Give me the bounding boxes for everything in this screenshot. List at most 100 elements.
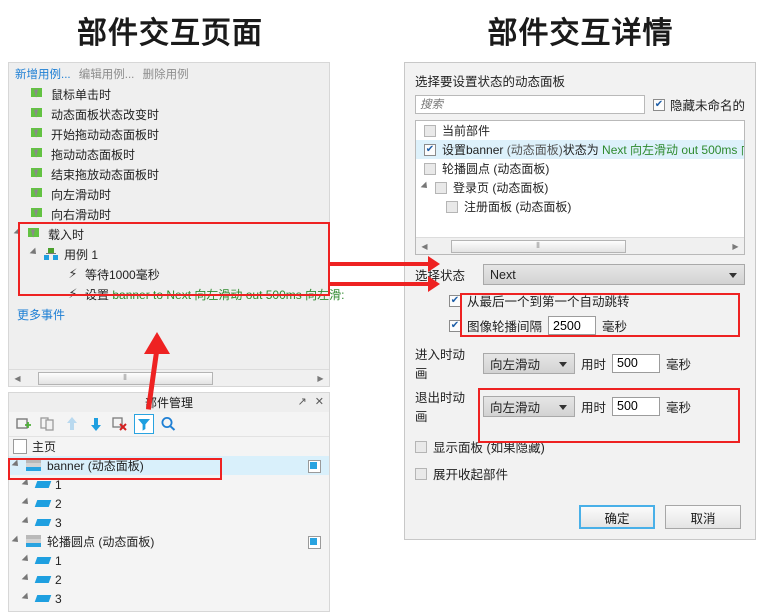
tree-row-banner-state-3[interactable]: 3 [9, 513, 329, 532]
event-item-on-load[interactable]: 载入时 [9, 224, 329, 244]
panel-tree-row-current-widget[interactable]: 当前部件 [416, 121, 744, 140]
expander-icon[interactable] [21, 554, 35, 567]
popout-icon[interactable]: ↗ [298, 396, 307, 408]
scroll-left-icon[interactable]: ◀ [9, 374, 26, 383]
event-item-swipe-right[interactable]: 向右滑动时 [9, 204, 329, 224]
expander-icon[interactable] [29, 247, 43, 261]
bolt-icon: ⚡ [68, 286, 78, 301]
row-checkbox[interactable] [446, 200, 458, 213]
event-item-drag-end[interactable]: 结束拖放动态面板时 [9, 164, 329, 184]
move-up-icon[interactable] [63, 415, 81, 433]
close-icon[interactable]: ✕ [315, 396, 324, 408]
panel-tree-row-label: 当前部件 [442, 124, 491, 138]
scroll-left-icon[interactable]: ◀ [416, 242, 433, 251]
row-checkbox[interactable] [424, 162, 436, 175]
action-item-set-panel-state[interactable]: ⚡ 设置 banner to Next 向左滑动 out 500ms 向左滑: [9, 284, 344, 304]
scroll-thumb[interactable]: ⦀ [451, 239, 626, 253]
event-icon [31, 87, 45, 101]
scroll-trough[interactable]: ⦀ [26, 371, 312, 386]
filter-icon[interactable] [134, 414, 154, 434]
event-icon [31, 127, 45, 141]
dialog-section-title: 选择要设置状态的动态面板 [415, 75, 566, 89]
expander-icon[interactable] [21, 478, 35, 491]
autoloop-row[interactable]: ✔ 从最后一个到第一个自动跳转 [405, 291, 755, 310]
expander-icon[interactable] [21, 592, 35, 605]
expander-icon[interactable] [21, 516, 35, 529]
row-checkbox[interactable] [435, 181, 447, 194]
case-item-1[interactable]: 用例 1 [9, 244, 329, 264]
add-case-button[interactable]: 新增用例... [15, 69, 71, 81]
expand-collapse-checkbox[interactable] [415, 467, 427, 480]
panel-tree-row-label: 设置banner (动态面板)状态为 Next 向左滑动 out 500ms 向 [442, 141, 744, 158]
event-item-swipe-left[interactable]: 向左滑动时 [9, 184, 329, 204]
scroll-right-icon[interactable]: ▶ [312, 374, 329, 383]
visibility-chip[interactable] [308, 536, 321, 549]
tree-row-home[interactable]: 主页 [9, 437, 329, 456]
panel-tree-row-register-panel[interactable]: 注册面板 (动态面板) [416, 197, 744, 216]
panel-state-icon [34, 481, 52, 488]
event-item-drag-start[interactable]: 开始拖动动态面板时 [9, 124, 329, 144]
tree-row-banner-state-1[interactable]: 1 [9, 475, 329, 494]
exit-time-input[interactable] [612, 396, 661, 416]
copy-icon[interactable] [39, 415, 57, 433]
tree-row-dots-state-3[interactable]: 3 [9, 589, 329, 608]
interval-unit: 毫秒 [602, 320, 628, 334]
expand-collapse-row[interactable]: 展开收起部件 [405, 464, 755, 483]
edit-case-button[interactable]: 编辑用例... [79, 69, 135, 81]
expander-icon[interactable] [21, 573, 35, 586]
event-item-panel-state-change[interactable]: 动态面板状态改变时 [9, 104, 329, 124]
enter-time-input[interactable] [612, 353, 661, 373]
panel-tree-row-label: 轮播圆点 (动态面板) [442, 162, 550, 176]
action-item-wait[interactable]: ⚡ 等待1000毫秒 [9, 264, 329, 284]
visibility-chip[interactable] [308, 460, 321, 473]
state-select-dropdown[interactable]: Next [483, 264, 745, 285]
event-item-mouse-click[interactable]: 鼠标单击时 [9, 84, 329, 104]
scroll-trough[interactable]: ⦀ [433, 239, 727, 254]
tree-row-label: 主页 [32, 440, 57, 454]
panel-tree-row-banner[interactable]: ✔ 设置banner (动态面板)状态为 Next 向左滑动 out 500ms… [416, 140, 744, 159]
tree-row-label: 3 [55, 515, 62, 530]
expander-icon[interactable] [11, 459, 25, 472]
hide-unnamed-row[interactable]: ✔ 隐藏未命名的 [652, 95, 745, 114]
event-item-dragging[interactable]: 拖动动态面板时 [9, 144, 329, 164]
panel-tree-row-carousel-dots[interactable]: 轮播圆点 (动态面板) [416, 159, 744, 178]
tree-row-carousel-dots[interactable]: 轮播圆点 (动态面板) [9, 532, 329, 551]
expander-icon[interactable] [21, 497, 35, 510]
row-checkbox[interactable] [424, 124, 436, 137]
search-input[interactable] [415, 95, 645, 114]
interactions-panel: 新增用例... 编辑用例... 删除用例 鼠标单击时 动态面板状态改变时 开始拖… [8, 62, 344, 387]
expander-icon[interactable] [420, 181, 434, 194]
page-root: 部件交互页面 部件交互详情 新增用例... 编辑用例... 删除用例 鼠标单击时… [0, 0, 761, 612]
add-group-icon[interactable] [15, 415, 33, 433]
page-title-right: 部件交互详情 [487, 17, 674, 50]
panel-tree-row-login-page[interactable]: 登录页 (动态面板) [416, 178, 744, 197]
tree-row-banner-state-2[interactable]: 2 [9, 494, 329, 513]
scroll-right-icon[interactable]: ▶ [727, 242, 744, 251]
expander-icon[interactable] [13, 227, 27, 241]
exit-animation-dropdown[interactable]: 向左滑动 [483, 395, 575, 417]
autoloop-checkbox[interactable]: ✔ [449, 294, 461, 307]
panel-tree-hscrollbar[interactable]: ◀ ⦀ ▶ [416, 237, 744, 254]
tree-row-banner[interactable]: banner (动态面板) [9, 456, 329, 475]
set-panel-state-dialog: 选择要设置状态的动态面板 ✔ 隐藏未命名的 当前部件 ✔ 设置banner (动… [404, 62, 756, 540]
tree-row-dots-state-2[interactable]: 2 [9, 570, 329, 589]
show-panel-row[interactable]: 显示面板 (如果隐藏) [405, 437, 755, 456]
move-down-icon[interactable] [87, 415, 105, 433]
more-events-link[interactable]: 更多事件 [9, 306, 329, 323]
enter-animation-dropdown[interactable]: 向左滑动 [483, 352, 575, 374]
interval-input[interactable] [548, 316, 597, 335]
hide-unnamed-checkbox[interactable]: ✔ [652, 98, 665, 111]
panel-tree[interactable]: 当前部件 ✔ 设置banner (动态面板)状态为 Next 向左滑动 out … [415, 120, 745, 255]
interval-checkbox[interactable]: ✔ [449, 319, 461, 332]
ok-button[interactable]: 确定 [579, 505, 655, 529]
scroll-thumb[interactable]: ⦀ [38, 371, 213, 385]
row-checkbox[interactable]: ✔ [424, 143, 436, 156]
expander-icon[interactable] [11, 535, 25, 548]
interactions-hscrollbar[interactable]: ◀ ⦀ ▶ [9, 369, 329, 386]
search-icon[interactable] [159, 415, 177, 433]
delete-case-button[interactable]: 删除用例 [143, 69, 189, 81]
tree-row-dots-state-1[interactable]: 1 [9, 551, 329, 570]
cancel-button[interactable]: 取消 [665, 505, 741, 529]
show-panel-checkbox[interactable] [415, 440, 427, 453]
delete-icon[interactable] [111, 415, 129, 433]
